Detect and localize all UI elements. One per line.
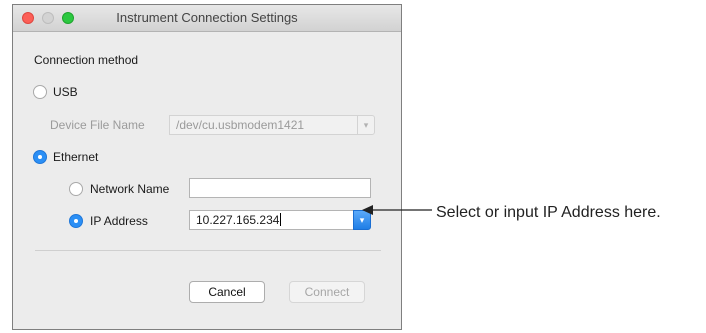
device-file-dropdown-button[interactable]: ▾ xyxy=(357,115,375,135)
network-name-label[interactable]: Network Name xyxy=(90,182,169,196)
device-file-name-label: Device File Name xyxy=(50,118,145,132)
window-title: Instrument Connection Settings xyxy=(116,10,298,25)
connection-method-label: Connection method xyxy=(34,53,139,67)
ip-address-input[interactable]: 10.227.165.234 xyxy=(189,210,354,230)
device-file-name-field[interactable]: /dev/cu.usbmodem1421 xyxy=(169,115,365,135)
text-cursor xyxy=(280,213,282,226)
title-bar[interactable]: Instrument Connection Settings xyxy=(13,5,401,32)
ip-address-label[interactable]: IP Address xyxy=(90,214,148,228)
dialog-window: Instrument Connection Settings Connectio… xyxy=(12,4,402,330)
chevron-down-icon: ▾ xyxy=(363,120,369,130)
arrow-left-icon xyxy=(362,205,432,215)
usb-radio[interactable] xyxy=(33,85,47,99)
network-name-radio[interactable] xyxy=(69,182,83,196)
ip-address-value: 10.227.165.234 xyxy=(196,213,280,227)
connect-button[interactable]: Connect xyxy=(289,281,365,303)
ethernet-label[interactable]: Ethernet xyxy=(53,150,98,164)
network-name-input[interactable] xyxy=(189,178,371,198)
ip-address-radio[interactable] xyxy=(69,214,83,228)
annotation-text: Select or input IP Address here. xyxy=(436,204,661,221)
separator xyxy=(35,250,381,251)
cancel-button[interactable]: Cancel xyxy=(189,281,265,303)
usb-label[interactable]: USB xyxy=(53,85,78,99)
ethernet-radio[interactable] xyxy=(33,150,47,164)
